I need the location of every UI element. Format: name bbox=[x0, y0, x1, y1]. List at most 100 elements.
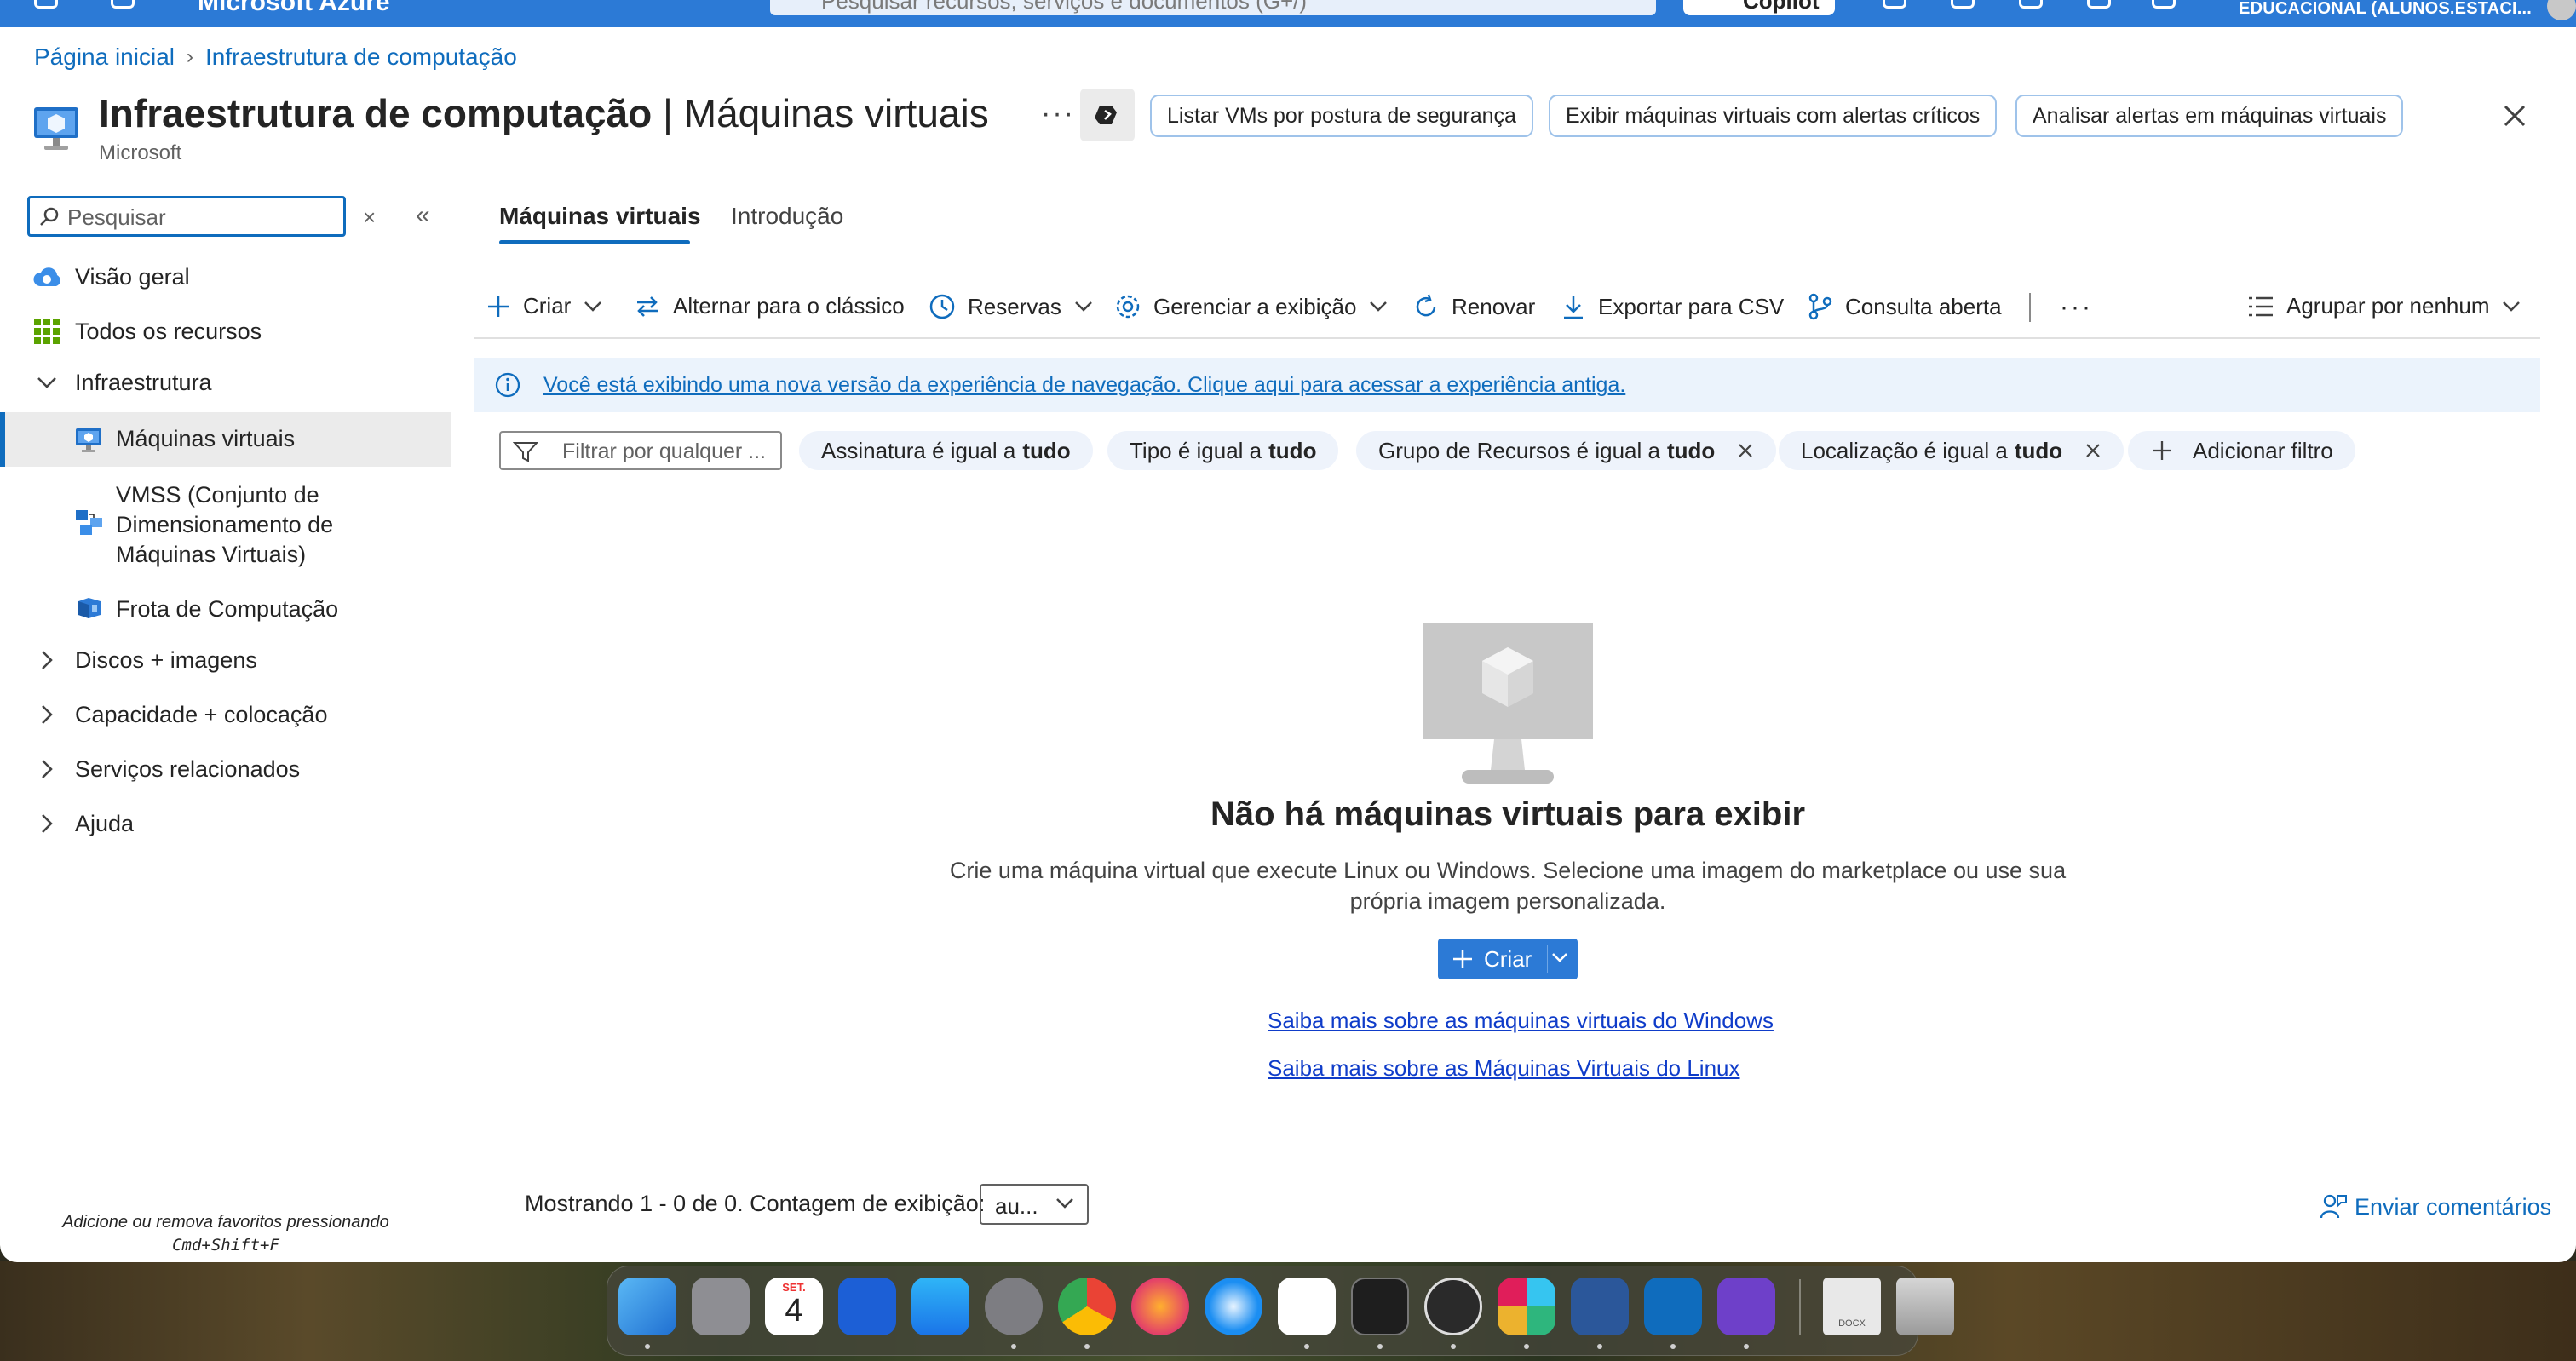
display-count-value: au... bbox=[995, 1193, 1038, 1219]
open-query-button[interactable]: Consulta aberta bbox=[1808, 293, 2002, 320]
create-menu-button[interactable]: Criar bbox=[486, 293, 603, 319]
chrome-icon[interactable] bbox=[1058, 1278, 1116, 1335]
terminal-icon[interactable] bbox=[1351, 1278, 1409, 1335]
list-vms-security-button[interactable]: Listar VMs por postura de segurança bbox=[1150, 95, 1533, 137]
notifications-icon[interactable] bbox=[1951, 0, 1975, 9]
chevron-right-icon[interactable] bbox=[39, 758, 55, 780]
app-store-icon[interactable] bbox=[911, 1278, 969, 1335]
sidebar-item-overview[interactable]: Visão geral bbox=[75, 264, 190, 290]
location-filter-chip[interactable]: Localização é igual a tudo bbox=[1779, 431, 2125, 470]
finder-icon[interactable] bbox=[618, 1278, 676, 1335]
sidebar-search-input[interactable] bbox=[67, 204, 331, 231]
send-feedback-link[interactable]: Enviar comentários bbox=[2319, 1192, 2551, 1221]
sidebar-item-compute-fleet[interactable]: Frota de Computação bbox=[116, 596, 338, 623]
add-filter-button[interactable]: Adicionar filtro bbox=[2128, 431, 2355, 470]
chevron-right-icon[interactable] bbox=[39, 649, 55, 671]
refresh-icon bbox=[1416, 294, 1436, 317]
learn-windows-vms-link[interactable]: Saiba mais sobre as máquinas virtuais do… bbox=[1268, 1008, 1774, 1034]
classic-experience-link[interactable]: Você está exibindo uma nova versão da ex… bbox=[543, 373, 1625, 398]
sidebar-item-all-resources[interactable]: Todos os recursos bbox=[75, 319, 262, 345]
sidebar-item-related-services[interactable]: Serviços relacionados bbox=[75, 756, 300, 783]
sidebar-item-disks-images[interactable]: Discos + imagens bbox=[75, 647, 257, 674]
sidebar-item-infrastructure[interactable]: Infraestrutura bbox=[75, 370, 212, 396]
sidebar-item-capacity[interactable]: Capacidade + colocação bbox=[75, 702, 327, 728]
chevron-down-icon bbox=[1074, 301, 1092, 312]
vms-critical-alerts-button[interactable]: Exibir máquinas virtuais com alertas crí… bbox=[1549, 95, 1998, 137]
analyze-alerts-button[interactable]: Analisar alertas em máquinas virtuais bbox=[2015, 95, 2404, 137]
tenant-name[interactable]: EDUCACIONAL (ALUNOS.ESTACI... bbox=[2239, 0, 2532, 19]
breadcrumb-home[interactable]: Página inicial bbox=[34, 43, 175, 71]
launchpad-icon[interactable] bbox=[692, 1278, 750, 1335]
copilot-prompt-button[interactable] bbox=[1080, 89, 1135, 141]
trash-icon[interactable] bbox=[1896, 1278, 1954, 1335]
cloud-shell-icon[interactable] bbox=[1883, 0, 1906, 9]
hamburger-icon[interactable] bbox=[34, 0, 58, 9]
system-settings-icon[interactable] bbox=[985, 1278, 1043, 1335]
page-title: Infraestrutura de computação | Máquinas … bbox=[99, 90, 989, 136]
avatar[interactable] bbox=[2547, 0, 2576, 20]
resource-group-filter-chip[interactable]: Grupo de Recursos é igual a tudo bbox=[1356, 431, 1777, 470]
chevron-down-icon[interactable] bbox=[1550, 951, 1569, 965]
help-icon[interactable] bbox=[2087, 0, 2111, 9]
gear-icon bbox=[1116, 295, 1140, 319]
close-icon[interactable] bbox=[2498, 99, 2532, 133]
clock-icon bbox=[929, 294, 955, 319]
running-indicator bbox=[1304, 1344, 1309, 1349]
all-resources-grid-icon bbox=[34, 319, 60, 344]
open-query-label: Consulta aberta bbox=[1845, 293, 2002, 319]
clear-search-icon[interactable]: × bbox=[363, 204, 376, 231]
more-commands-button[interactable]: ··· bbox=[2060, 293, 2093, 322]
document-stack-icon[interactable]: DOCX bbox=[1823, 1278, 1881, 1335]
refresh-button[interactable]: Renovar bbox=[1412, 293, 1535, 320]
sidebar-search-field[interactable] bbox=[27, 196, 346, 237]
running-indicator bbox=[1451, 1344, 1456, 1349]
vscode-icon[interactable] bbox=[1278, 1278, 1336, 1335]
tab-introduction[interactable]: Introdução bbox=[731, 203, 843, 230]
type-filter-chip[interactable]: Tipo é igual a tudo bbox=[1107, 431, 1339, 470]
copilot-button[interactable]: Copilot bbox=[1683, 0, 1835, 15]
word-icon[interactable] bbox=[1571, 1278, 1629, 1335]
vm-icon bbox=[76, 428, 101, 452]
breadcrumb: Página inicial › Infraestrutura de compu… bbox=[34, 43, 517, 71]
tableplus-icon[interactable] bbox=[1424, 1278, 1482, 1335]
settings-icon[interactable] bbox=[2019, 0, 2043, 9]
azure-brand[interactable]: Microsoft Azure bbox=[198, 0, 390, 17]
export-csv-button[interactable]: Exportar para CSV bbox=[1561, 293, 1784, 320]
reservations-menu-button[interactable]: Reservas bbox=[929, 293, 1094, 320]
learn-linux-vms-link[interactable]: Saiba mais sobre as Máquinas Virtuais do… bbox=[1268, 1055, 1740, 1082]
close-icon[interactable] bbox=[1737, 442, 1754, 459]
calendar-icon[interactable]: SET. 4 bbox=[765, 1278, 823, 1335]
firefox-icon[interactable] bbox=[1131, 1278, 1189, 1335]
sidebar-item-virtual-machines[interactable]: Máquinas virtuais bbox=[116, 426, 295, 452]
tab-virtual-machines[interactable]: Máquinas virtuais bbox=[499, 203, 701, 230]
refresh-label: Renovar bbox=[1452, 293, 1536, 319]
sidebar-item-vmss[interactable]: VMSS (Conjunto de Dimensionamento de Máq… bbox=[116, 480, 333, 570]
collapse-sidebar-icon[interactable]: « bbox=[416, 201, 430, 230]
chevron-down-icon[interactable] bbox=[36, 375, 58, 390]
filter-placeholder: Filtrar por qualquer ... bbox=[562, 439, 766, 463]
display-count-select[interactable]: au... bbox=[980, 1184, 1089, 1225]
filter-input[interactable]: Filtrar por qualquer ... bbox=[499, 431, 782, 470]
global-search-input[interactable]: Pesquisar recursos, serviços e documento… bbox=[770, 0, 1656, 15]
more-actions-button[interactable]: ··· bbox=[1041, 97, 1075, 130]
outlook-icon[interactable] bbox=[1644, 1278, 1702, 1335]
reservations-label: Reservas bbox=[968, 293, 1061, 319]
copilot-label: Copilot bbox=[1743, 0, 1820, 14]
split-divider bbox=[1547, 945, 1548, 973]
menu-icon[interactable] bbox=[111, 0, 135, 9]
page-subtitle: Microsoft bbox=[99, 141, 182, 164]
close-icon[interactable] bbox=[2084, 442, 2102, 459]
download-app-icon[interactable] bbox=[838, 1278, 896, 1335]
group-by-button[interactable]: Agrupar por nenhum bbox=[2247, 293, 2521, 319]
empty-state-description: Crie uma máquina virtual que execute Lin… bbox=[949, 858, 2067, 914]
chevron-right-icon[interactable] bbox=[39, 703, 55, 726]
github-desktop-icon[interactable] bbox=[1717, 1278, 1775, 1335]
subscription-filter-chip[interactable]: Assinatura é igual a tudo bbox=[799, 431, 1093, 470]
manage-view-menu-button[interactable]: Gerenciar a exibição bbox=[1114, 293, 1389, 320]
breadcrumb-current[interactable]: Infraestrutura de computação bbox=[205, 43, 517, 71]
switch-classic-button[interactable]: Alternar para o clássico bbox=[634, 293, 905, 319]
safari-icon[interactable] bbox=[1205, 1278, 1262, 1335]
slack-icon[interactable] bbox=[1498, 1278, 1555, 1335]
create-vm-button[interactable]: Criar bbox=[1438, 939, 1578, 979]
feedback-person-icon[interactable] bbox=[2152, 0, 2176, 9]
